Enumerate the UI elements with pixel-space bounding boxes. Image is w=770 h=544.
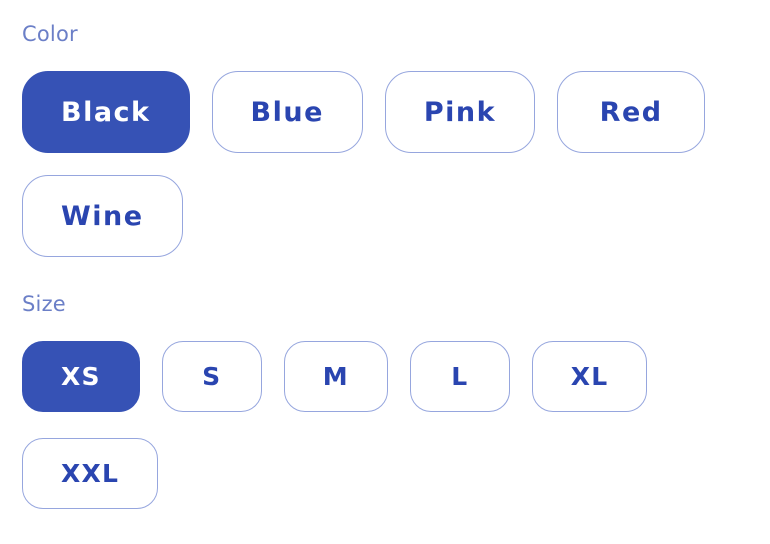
option-chip-xxl[interactable]: XXL [22, 438, 159, 509]
option-chip-xl[interactable]: XL [531, 341, 648, 412]
option-chip-wine[interactable]: Wine [22, 175, 183, 257]
option-chip-blue[interactable]: Blue [211, 71, 363, 153]
option-chip-pink[interactable]: Pink [384, 71, 536, 153]
group-label-size: Size [22, 292, 66, 316]
option-list-size: XS S M L XL XXL [22, 341, 746, 509]
option-group-size: Size XS S M L XL XXL [22, 294, 746, 509]
group-label-color: Color [22, 22, 78, 46]
option-list-color: Black Blue Pink Red Wine [22, 71, 746, 257]
option-chip-xs[interactable]: XS [22, 341, 140, 412]
option-chip-l[interactable]: L [409, 341, 510, 412]
option-chip-black[interactable]: Black [22, 71, 190, 153]
option-group-color: Color Black Blue Pink Red Wine [22, 24, 746, 257]
option-chip-red[interactable]: Red [557, 71, 706, 153]
option-chip-m[interactable]: M [283, 341, 388, 412]
variant-selector-panel: Color Black Blue Pink Red Wine Size XS S M L XL X… [0, 0, 770, 544]
option-chip-s[interactable]: S [161, 341, 262, 412]
